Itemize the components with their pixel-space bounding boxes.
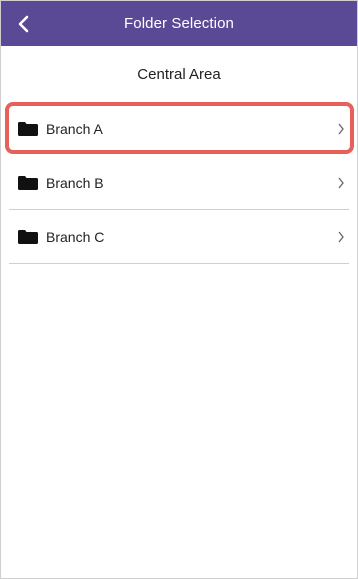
- folder-icon: [18, 230, 38, 244]
- folder-list: Branch A Branch B Branch C: [1, 102, 357, 264]
- folder-icon: [18, 122, 38, 136]
- folder-label: Branch A: [46, 121, 103, 137]
- folder-label: Branch B: [46, 175, 104, 191]
- page-title: Folder Selection: [124, 15, 234, 32]
- folder-item-branch-b[interactable]: Branch B: [1, 156, 357, 210]
- folder-item-branch-c[interactable]: Branch C: [1, 210, 357, 264]
- chevron-left-icon: [18, 15, 29, 32]
- app-bar: Folder Selection: [1, 1, 357, 46]
- folder-label: Branch C: [46, 229, 105, 245]
- folder-item-branch-a[interactable]: Branch A: [1, 102, 357, 156]
- chevron-right-icon: [338, 123, 344, 135]
- area-title: Central Area: [137, 65, 221, 83]
- back-button[interactable]: [1, 1, 45, 46]
- chevron-right-icon: [338, 231, 344, 243]
- folder-icon: [18, 176, 38, 190]
- chevron-right-icon: [338, 177, 344, 189]
- folder-selection-screen: Folder Selection Central Area Branch A B…: [0, 0, 358, 579]
